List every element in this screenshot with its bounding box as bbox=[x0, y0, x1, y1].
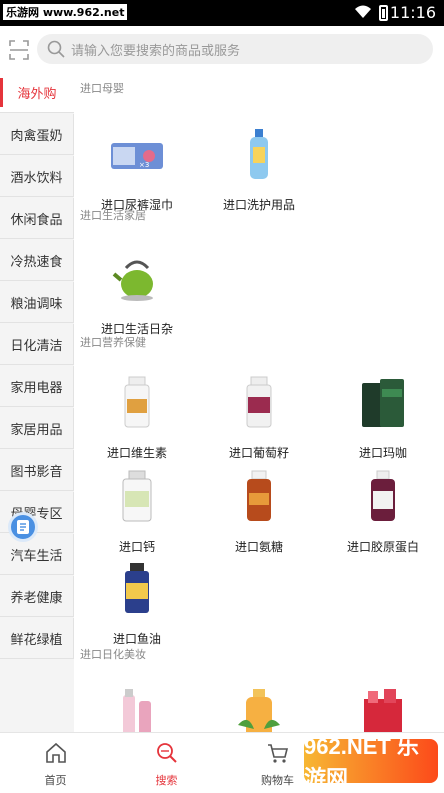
sidebar-item-label: 鲜花绿植 bbox=[10, 632, 63, 648]
sidebar-item-haiwaigou[interactable]: 海外购 bbox=[0, 72, 74, 113]
search-icon bbox=[47, 40, 65, 58]
section-title: 进口营养保健 bbox=[80, 336, 146, 349]
sidebar-item-label: 海外购 bbox=[17, 86, 57, 102]
product-image-giftset bbox=[348, 678, 418, 732]
product-image-collagen bbox=[348, 462, 418, 532]
svg-text:×3: ×3 bbox=[139, 161, 149, 169]
document-icon bbox=[17, 520, 29, 534]
product-label: 进口玛咖 bbox=[358, 446, 407, 460]
sidebar-item-label: 图书影音 bbox=[10, 464, 63, 480]
product-item[interactable]: 进口钙 bbox=[82, 462, 192, 555]
product-item[interactable]: 进口玛咖 bbox=[328, 368, 438, 461]
product-item[interactable]: 进口生活日杂 bbox=[82, 244, 192, 337]
search-bar: 请输入您要搜索的商品或服务 bbox=[0, 26, 444, 72]
product-image-lotion bbox=[224, 678, 294, 732]
product-item[interactable]: ×3 进口尿裤湿巾 bbox=[82, 120, 192, 213]
sidebar-item-label: 肉禽蛋奶 bbox=[10, 128, 63, 144]
product-label: 进口胶原蛋白 bbox=[346, 540, 419, 554]
product-image-grapeseed bbox=[224, 368, 294, 438]
cart-icon bbox=[267, 744, 288, 763]
product-item[interactable]: 进口氨糖 bbox=[204, 462, 314, 555]
product-label: 进口鱼油 bbox=[112, 632, 161, 646]
product-image-fishoil bbox=[102, 554, 172, 624]
wifi-icon bbox=[355, 5, 371, 18]
product-image-vitamin bbox=[102, 368, 172, 438]
sidebar-item-label: 养老健康 bbox=[10, 590, 63, 606]
search-placeholder: 请输入您要搜索的商品或服务 bbox=[71, 44, 241, 59]
clock: 11:16 bbox=[389, 3, 436, 22]
product-image-maca bbox=[348, 368, 418, 438]
sidebar-item-grain-oil[interactable]: 粮油调味 bbox=[0, 282, 74, 323]
sidebar-item-cleaning[interactable]: 日化清洁 bbox=[0, 324, 74, 365]
product-label: 进口维生素 bbox=[106, 446, 167, 460]
floating-document-button[interactable] bbox=[8, 512, 38, 542]
product-item[interactable]: 进口葡萄籽 bbox=[204, 368, 314, 461]
product-image-kettle bbox=[102, 244, 172, 314]
product-item[interactable] bbox=[328, 678, 438, 732]
section-title: 进口生活家居 bbox=[80, 209, 146, 222]
product-label: 进口洗护用品 bbox=[222, 198, 295, 212]
bottom-tab-bar: 首页 搜索 购物车 962.NET 乐游网 bbox=[0, 732, 444, 791]
sidebar-item-snacks[interactable]: 休闲食品 bbox=[0, 198, 74, 239]
search-input[interactable]: 请输入您要搜索的商品或服务 bbox=[37, 34, 433, 64]
search-icon bbox=[156, 743, 177, 763]
status-bar: 乐游网 www.962.net 11:16 bbox=[0, 0, 444, 26]
tab-search[interactable]: 搜索 bbox=[111, 733, 222, 790]
scan-icon[interactable] bbox=[8, 39, 30, 61]
tab-label: 首页 bbox=[44, 774, 67, 787]
sidebar-item-label: 酒水饮料 bbox=[10, 170, 63, 186]
watermark-logo: 962.NET 乐游网 bbox=[304, 734, 438, 791]
battery-icon bbox=[379, 5, 388, 21]
sidebar-item-label: 粮油调味 bbox=[10, 296, 63, 312]
sidebar-item-label: 日化清洁 bbox=[10, 338, 63, 354]
sidebar-item-health[interactable]: 养老健康 bbox=[0, 576, 74, 617]
product-image-diapers: ×3 bbox=[102, 120, 172, 190]
sidebar-item-fastfood[interactable]: 冷热速食 bbox=[0, 240, 74, 281]
product-item[interactable]: 进口维生素 bbox=[82, 368, 192, 461]
section-title: 进口母婴 bbox=[80, 82, 124, 95]
product-item[interactable] bbox=[82, 678, 192, 732]
product-item[interactable]: 进口鱼油 bbox=[82, 554, 192, 647]
product-label: 进口葡萄籽 bbox=[228, 446, 289, 460]
product-image-wash bbox=[224, 120, 294, 190]
product-label: 进口钙 bbox=[118, 540, 155, 554]
product-image-glucosamine bbox=[224, 462, 294, 532]
product-label: 进口氨糖 bbox=[234, 540, 283, 554]
watermark-text: 乐游网 www.962.net bbox=[3, 4, 128, 20]
product-image-calcium bbox=[102, 462, 172, 532]
sidebar-item-label: 家居用品 bbox=[10, 422, 63, 438]
sidebar-item-flowers[interactable]: 鲜花绿植 bbox=[0, 618, 74, 659]
category-sidebar: 海外购 肉禽蛋奶 酒水饮料 休闲食品 冷热速食 粮油调味 日化清洁 家用电器 家… bbox=[0, 72, 74, 732]
product-image-cosmetics bbox=[102, 678, 172, 732]
sidebar-item-auto[interactable]: 汽车生活 bbox=[0, 534, 74, 575]
tab-label: 搜索 bbox=[155, 774, 178, 787]
sidebar-item-label: 休闲食品 bbox=[10, 212, 63, 228]
section-title: 进口日化美妆 bbox=[80, 648, 146, 661]
tab-home[interactable]: 首页 bbox=[0, 733, 111, 790]
sidebar-item-appliances[interactable]: 家用电器 bbox=[0, 366, 74, 407]
product-item[interactable]: 进口洗护用品 bbox=[204, 120, 314, 213]
sidebar-item-label: 家用电器 bbox=[10, 380, 63, 396]
sidebar-item-books[interactable]: 图书影音 bbox=[0, 450, 74, 491]
sidebar-item-home[interactable]: 家居用品 bbox=[0, 408, 74, 449]
sidebar-item-label: 冷热速食 bbox=[10, 254, 63, 270]
sidebar-item-label: 汽车生活 bbox=[10, 548, 63, 564]
sidebar-item-drinks[interactable]: 酒水饮料 bbox=[0, 156, 74, 197]
home-icon bbox=[45, 742, 66, 763]
product-item[interactable] bbox=[204, 678, 314, 732]
sidebar-item-meat[interactable]: 肉禽蛋奶 bbox=[0, 114, 74, 155]
product-item[interactable]: 进口胶原蛋白 bbox=[328, 462, 438, 555]
category-content: 进口母婴 ×3 进口尿裤湿巾 进口洗护用品 进口生活家居 进口生活日杂 进口营养… bbox=[74, 72, 444, 732]
